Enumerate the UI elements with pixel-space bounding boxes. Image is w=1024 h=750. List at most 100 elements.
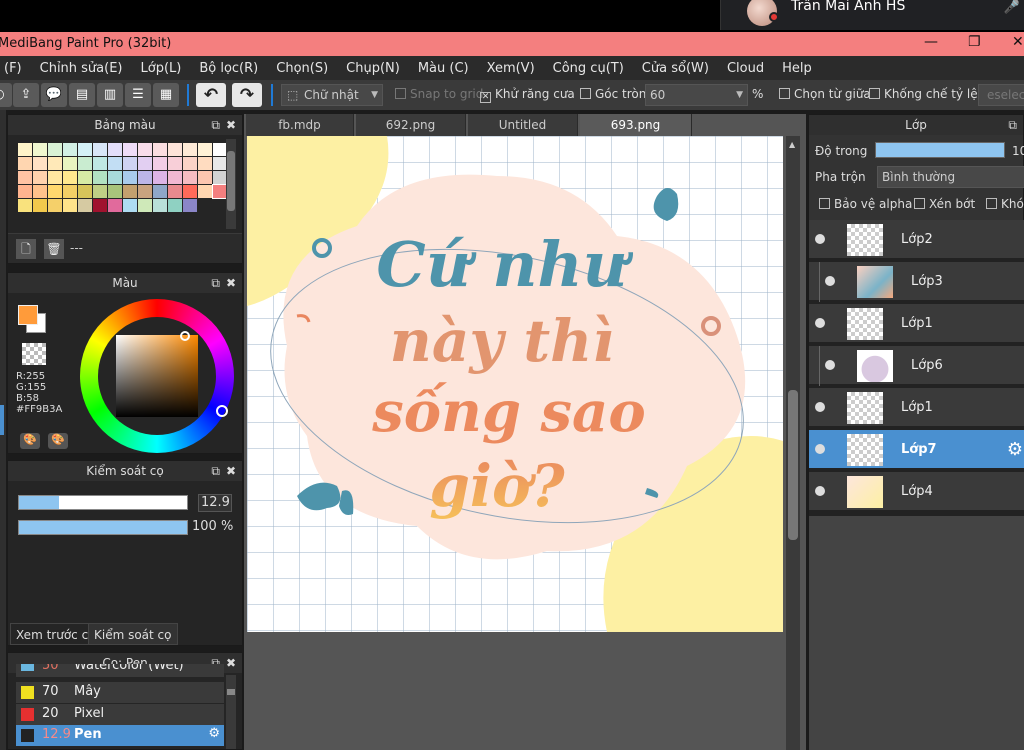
tab-doc-693[interactable]: 693.png [580,114,692,136]
layer-opacity-slider[interactable] [875,142,1005,158]
palette-swatch[interactable] [48,185,62,198]
visibility-eye-icon[interactable] [825,360,835,370]
selection-shape-select[interactable]: ⬚ Chữ nhật ▼ [281,84,383,106]
palette-swatch[interactable] [138,185,152,198]
palette-swatch[interactable] [198,171,212,184]
palette-swatch[interactable] [198,157,212,170]
brush-opacity-slider[interactable] [18,520,188,535]
menu-layer[interactable]: Lớp(L) [141,61,182,76]
tab-doc-fb[interactable]: fb.mdp [246,114,354,136]
palette-swatch[interactable] [138,143,152,156]
palette-scrollbar[interactable] [226,139,236,229]
brush-item-pixel[interactable]: 20 Pixel [16,704,224,725]
menu-capture[interactable]: Chụp(N) [346,61,400,76]
scrollbar-thumb[interactable] [227,689,235,695]
palette-swatch[interactable] [212,184,228,199]
palette-swatch[interactable] [183,199,197,212]
gear-icon[interactable]: ⚙ [1007,439,1023,460]
palette-swatch[interactable] [63,171,77,184]
trash-icon[interactable]: 🗑 [44,239,64,259]
palette-swatch[interactable] [33,185,47,198]
palette-swatch[interactable] [168,171,182,184]
palette-swatch[interactable] [93,199,107,212]
palette-swatch[interactable] [153,185,167,198]
palette-swatch[interactable] [123,185,137,198]
layer-row[interactable]: Lớp6 [809,346,1024,386]
palette-swatch[interactable] [168,157,182,170]
palette-swatch[interactable] [108,143,122,156]
scroll-up-icon[interactable]: ▲ [789,140,795,149]
hue-wheel[interactable] [80,299,234,453]
palette-swatch[interactable] [78,199,92,212]
layer-row[interactable]: Lớp1 [809,304,1024,344]
palette-swatch[interactable] [183,171,197,184]
round-corner-checkbox[interactable]: Góc tròn [580,87,646,101]
palette-swatch[interactable] [183,185,197,198]
restore-icon[interactable]: ❐ [968,34,981,50]
mic-muted-icon[interactable]: 🎤 [1004,0,1020,15]
palette-swatch[interactable] [138,157,152,170]
undock-icon[interactable]: ⧉ [211,461,220,481]
snap-to-grid-checkbox[interactable]: Snap to grid [395,87,483,101]
from-center-checkbox[interactable]: Chọn từ giữa [779,87,871,101]
palette-swatch[interactable] [78,157,92,170]
menu-help[interactable]: Help [782,61,812,76]
palette-swatch[interactable] [78,143,92,156]
color-picker-icon[interactable]: 🎨 [20,433,40,449]
palette-swatch[interactable] [123,143,137,156]
brush-size-value[interactable]: 12.9 [198,494,232,512]
menu-file[interactable]: (F) [4,61,22,76]
palette-swatch[interactable] [33,199,47,212]
palette-swatch[interactable] [33,157,47,170]
palette-swatch[interactable] [153,157,167,170]
palette-swatch[interactable] [123,157,137,170]
layer-row[interactable]: Lớp2 [809,220,1024,260]
visibility-eye-icon[interactable] [815,234,825,244]
close-icon[interactable]: ✖ [226,461,236,481]
palette-swatch[interactable] [48,157,62,170]
grid-edit-icon[interactable]: ▦ [153,83,179,107]
palette-swatch[interactable] [108,199,122,212]
palette-swatch[interactable] [33,143,47,156]
palette-swatch[interactable] [213,171,227,184]
document-icon[interactable]: ▥ [97,83,123,107]
menu-select[interactable]: Chọn(S) [276,61,328,76]
list-icon[interactable]: ☰ [125,83,151,107]
scrollbar-thumb[interactable] [788,390,798,540]
visibility-eye-icon[interactable] [825,276,835,286]
comment-icon[interactable]: 💬 [41,83,67,107]
palette-swatch[interactable] [48,171,62,184]
palette-swatch[interactable] [123,199,137,212]
layer-row[interactable]: Lớp3 [809,262,1024,302]
redo-button[interactable]: ↷ [232,83,262,107]
palette-swatch[interactable] [63,143,77,156]
visibility-eye-icon[interactable] [815,318,825,328]
visibility-eye-icon[interactable] [815,486,825,496]
clipping-checkbox[interactable]: Xén bớt [914,197,975,211]
color-settings-icon[interactable]: 🎨 [48,433,68,449]
layer-row[interactable]: Lớp4 [809,472,1024,512]
palette-swatch[interactable] [18,143,32,156]
undock-icon[interactable]: ⧉ [1008,115,1017,135]
brush-item-pen[interactable]: 12.9 Pen ⚙ [16,725,224,746]
tab-doc-untitled[interactable]: Untitled [468,114,578,136]
palette-swatch[interactable] [123,171,137,184]
antialias-checkbox[interactable]: ✕ Khử răng cưa [480,87,575,103]
transparent-color-swatch[interactable] [22,343,46,365]
palette-swatch[interactable] [183,143,197,156]
palette-swatch[interactable] [198,185,212,198]
fix-ratio-checkbox[interactable]: Khống chế tỷ lệ [869,87,978,101]
artwork-canvas[interactable]: Cứ như này thì sống sao giờ? [247,136,783,632]
palette-swatch[interactable] [153,171,167,184]
undock-icon[interactable]: ⧉ [211,273,220,293]
menu-filter[interactable]: Bộ lọc(R) [199,61,258,76]
palette-swatch[interactable] [213,143,227,156]
layer-row[interactable]: Lớp1 [809,388,1024,428]
palette-swatch[interactable] [168,185,182,198]
canvas-vertical-scrollbar[interactable]: ▲ [786,136,800,750]
tab-brush-control[interactable]: Kiểm soát cọ [88,623,178,645]
meeting-notification[interactable]: Trần Mai Anh HS 🎤 [720,0,1024,30]
palette-swatch[interactable] [108,171,122,184]
palette-swatch[interactable] [153,143,167,156]
protect-alpha-checkbox[interactable]: Bảo vệ alpha [819,197,912,211]
